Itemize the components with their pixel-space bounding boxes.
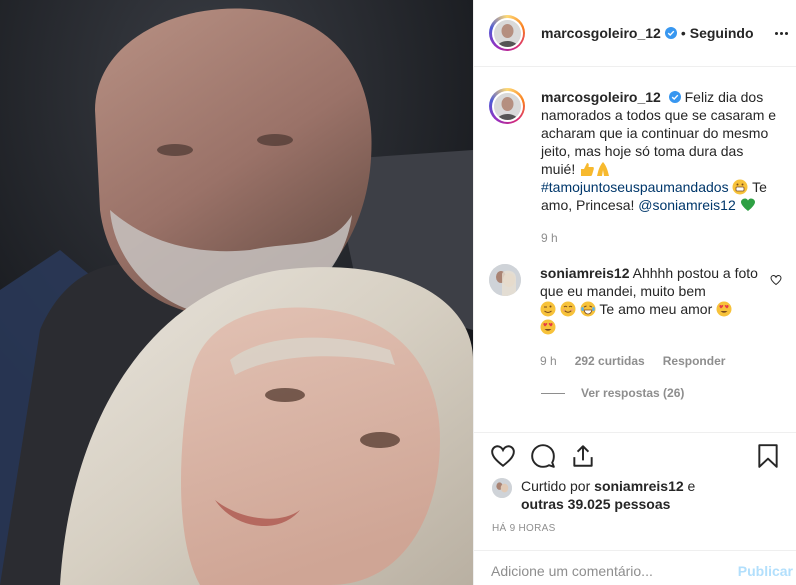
verified-badge-icon (668, 91, 681, 103)
publish-button[interactable]: Publicar (738, 563, 793, 579)
comment-time[interactable]: 9 h (540, 352, 557, 370)
share-icon[interactable] (570, 443, 596, 469)
heart-eyes-emoji-icon (540, 319, 556, 335)
smiling-emoji-icon (560, 301, 576, 317)
caption-time[interactable]: 9 h (541, 229, 781, 247)
caption-mention[interactable]: @soniamreis12 (638, 197, 735, 213)
green-heart-emoji-icon (740, 197, 756, 213)
author-avatar[interactable] (489, 15, 525, 51)
bookmark-icon[interactable] (755, 443, 781, 469)
post-header: marcosgoleiro_12 • Seguindo (474, 0, 796, 67)
comment-input[interactable]: Adicione um comentário... (491, 563, 653, 579)
post-actions: Curtido por soniamreis12 e outras 39.025… (474, 432, 796, 585)
liked-by: Curtido por soniamreis12 e outras 39.025… (492, 477, 711, 513)
caption-username[interactable]: marcosgoleiro_12 (541, 89, 661, 105)
praying-hands-emoji-icon (595, 161, 611, 177)
comment-icon[interactable] (530, 443, 556, 469)
post-photo[interactable] (0, 0, 473, 585)
liked-by-prefix: Curtido por (521, 478, 591, 494)
wink-tongue-emoji-icon (540, 301, 556, 317)
comment-likes[interactable]: 292 curtidas (575, 352, 645, 370)
heart-eyes-emoji-icon (716, 301, 732, 317)
liked-by-others[interactable]: outras 39.025 pessoas (521, 496, 670, 512)
liked-by-conj: e (687, 478, 696, 494)
commenter-avatar[interactable] (489, 264, 521, 296)
comment-like-heart-icon[interactable] (770, 274, 782, 286)
liked-by-avatar[interactable] (492, 478, 512, 498)
view-replies-button[interactable]: Ver respostas (26) (541, 386, 684, 400)
caption: marcosgoleiro_12 Feliz dia dos namorados… (489, 88, 784, 247)
header-separator: • (680, 25, 686, 41)
thumbs-up-emoji-icon (579, 161, 595, 177)
comment-item: soniamreis12 Ahhhh postou a foto que eu … (489, 264, 784, 370)
reply-button[interactable]: Responder (663, 352, 726, 370)
add-comment-bar: Adicione um comentário... Publicar (474, 550, 796, 585)
post-timestamp[interactable]: HÁ 9 HORAS (492, 523, 556, 534)
liked-by-user[interactable]: soniamreis12 (594, 478, 684, 494)
comments-section[interactable]: marcosgoleiro_12 Feliz dia dos namorados… (474, 68, 796, 432)
more-options-icon[interactable] (773, 25, 789, 41)
following-button[interactable]: Seguindo (690, 25, 754, 41)
caption-hashtag[interactable]: #tamojuntoseuspaumandados (541, 179, 729, 195)
heart-icon[interactable] (490, 443, 516, 469)
author-username[interactable]: marcosgoleiro_12 (541, 25, 661, 41)
caption-avatar[interactable] (489, 88, 525, 124)
comment-text-2: Te amo meu amor (599, 301, 713, 317)
laughing-tears-emoji-icon (580, 301, 596, 317)
selfie-image (0, 0, 473, 585)
verified-badge-icon (664, 27, 677, 39)
post-side-panel: marcosgoleiro_12 • Seguindo marcosgoleir… (473, 0, 796, 585)
grinning-emoji-icon (732, 179, 748, 195)
commenter-username[interactable]: soniamreis12 (540, 265, 630, 281)
